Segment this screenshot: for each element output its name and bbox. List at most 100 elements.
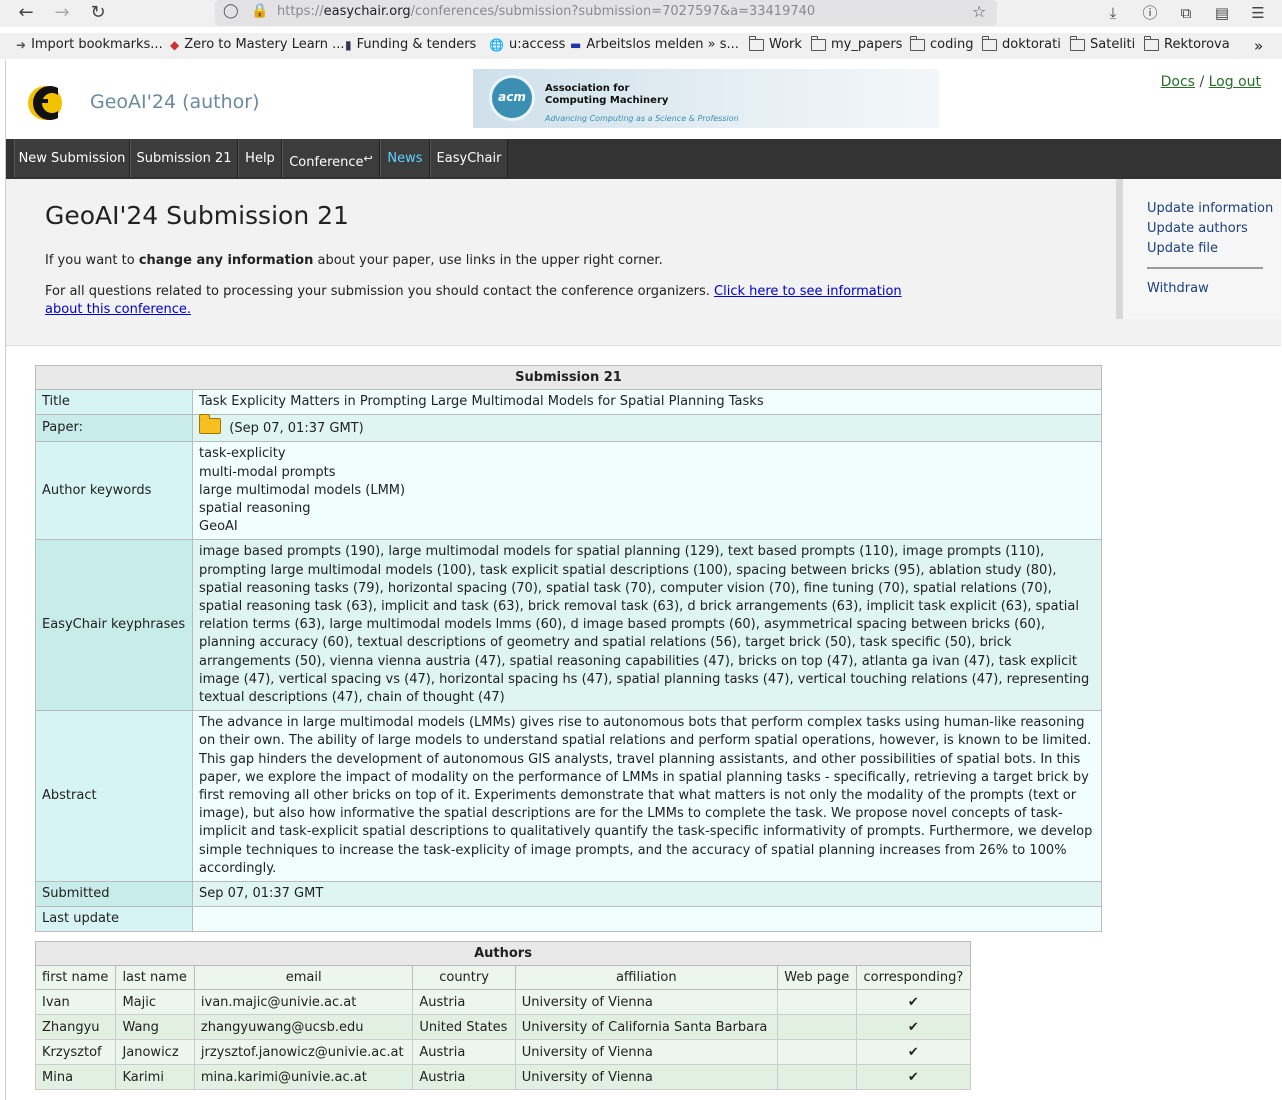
bookmarks-bar: ➜ Import bookmarks... ◆ Zero to Mastery Le…	[0, 33, 1282, 59]
keyphrases-row: EasyChair keyphrases image based prompts…	[35, 539, 1102, 712]
title-label: Title	[35, 388, 193, 416]
author-first-name: Krzysztof	[34, 1039, 117, 1065]
conference-title: GeoAI'24 (author)	[90, 91, 260, 113]
table-row: Zhangyu Wang zhangyuwang@ucsb.edu United…	[34, 1014, 972, 1040]
keyword: task-explicity	[199, 446, 286, 462]
folder-icon	[749, 35, 764, 51]
update-file-link[interactable]: Update file	[1147, 241, 1218, 256]
action-sidebar: Update information Update authors Update…	[1116, 179, 1281, 319]
author-email: zhangyuwang@ucsb.edu	[193, 1014, 414, 1040]
bookmark-label: my_papers	[831, 37, 903, 52]
menu-easychair[interactable]: EasyChair	[430, 139, 508, 177]
reload-icon[interactable]: ↻	[86, 2, 110, 24]
author-web-page	[776, 1039, 857, 1065]
browser-toolbar: ← → ↻ ◯ 🔒 https://easychair.org/conferen…	[0, 0, 1282, 27]
bookmark-item[interactable]: ▮ Funding & tenders	[345, 37, 476, 52]
authors-caption: Authors	[35, 941, 971, 966]
bookmarks-overflow-icon[interactable]: »	[1254, 37, 1263, 55]
submitted-value: Sep 07, 01:37 GMT	[192, 881, 1102, 908]
menu-new-submission[interactable]: New Submission	[14, 139, 130, 177]
info-paragraph-contact: For all questions related to processing …	[45, 283, 925, 319]
col-country: country	[412, 965, 516, 990]
corresponding-check-icon: ✔	[855, 989, 972, 1015]
author-email: mina.karimi@univie.ac.at	[193, 1064, 414, 1090]
author-last-name: Wang	[115, 1014, 195, 1040]
menu-help[interactable]: Help	[238, 139, 282, 177]
globe-icon: 🌐	[489, 37, 504, 52]
keywords-label: Author keywords	[35, 441, 193, 541]
menu-submission-21[interactable]: Submission 21	[130, 139, 238, 177]
col-affiliation: affiliation	[514, 965, 778, 990]
bookmark-item[interactable]: ◆ Zero to Mastery Learn ...	[170, 37, 345, 52]
last-update-label: Last update	[35, 906, 193, 933]
corresponding-check-icon: ✔	[855, 1014, 972, 1040]
submission-table: Submission 21 Title Task Explicity Matte…	[35, 365, 1102, 933]
keyphrases-label: EasyChair keyphrases	[35, 539, 193, 712]
acm-name-line1: Association for	[545, 83, 630, 94]
menu-icon[interactable]: ☰	[1247, 3, 1269, 23]
bookmark-item[interactable]: ➜ Import bookmarks...	[16, 37, 163, 52]
bookmark-item[interactable]: 🌐 u:access	[489, 37, 565, 52]
author-country: Austria	[412, 1039, 516, 1065]
docs-link[interactable]: Docs	[1161, 74, 1195, 90]
bookmark-item[interactable]: ▬ Arbeitslos melden » s...	[570, 37, 739, 52]
keyword: spatial reasoning	[199, 501, 311, 517]
paper-folder-icon[interactable]	[199, 414, 221, 435]
folder-icon	[982, 35, 997, 51]
bookmark-folder-work[interactable]: Work	[749, 35, 802, 52]
sidebar-divider	[1147, 267, 1263, 269]
abstract-label: Abstract	[35, 710, 193, 883]
author-affiliation: University of California Santa Barbara	[514, 1014, 778, 1040]
bookmark-folder-coding[interactable]: coding	[910, 35, 973, 52]
submitted-row: Submitted Sep 07, 01:37 GMT	[35, 881, 1102, 908]
author-last-name: Karimi	[115, 1064, 195, 1090]
reader-icon[interactable]: ▤	[1211, 3, 1233, 23]
bookmark-folder-my-papers[interactable]: my_papers	[811, 35, 903, 52]
authors-table: Authors first name last name email count…	[34, 941, 972, 1090]
bookmark-folder-sateliti[interactable]: Sateliti	[1070, 35, 1135, 52]
shield-icon[interactable]: ◯	[223, 3, 239, 19]
bookmark-label: Work	[769, 37, 802, 52]
bookmark-star-icon[interactable]: ☆	[972, 2, 986, 21]
ztm-icon: ◆	[170, 37, 180, 52]
author-web-page	[776, 1014, 857, 1040]
menu-news[interactable]: News	[380, 139, 430, 177]
corresponding-check-icon: ✔	[855, 1064, 972, 1090]
abstract-cell: The advance in large multimodal models (…	[192, 710, 1102, 883]
author-first-name: Ivan	[34, 989, 117, 1015]
author-last-name: Majic	[115, 989, 195, 1015]
acm-banner: acm Association for Computing Machinery A…	[473, 69, 939, 128]
url-bar[interactable]: ◯ 🔒 https://easychair.org/conferences/su…	[215, 0, 997, 26]
bookmark-folder-rektorova[interactable]: Rektorova	[1144, 35, 1230, 52]
extensions-icon[interactable]: ⧉	[1175, 3, 1197, 23]
download-icon[interactable]: ⤓	[1102, 3, 1124, 23]
keyword: GeoAI	[199, 519, 238, 535]
acm-name: Association for Computing Machinery	[545, 83, 668, 107]
corresponding-check-icon: ✔	[855, 1039, 972, 1065]
author-email: jrzysztof.janowicz@univie.ac.at	[193, 1039, 414, 1065]
submission-caption: Submission 21	[35, 365, 1102, 390]
logout-link[interactable]: Log out	[1209, 74, 1261, 90]
author-last-name: Janowicz	[115, 1039, 195, 1065]
update-information-link[interactable]: Update information	[1147, 201, 1273, 216]
info-icon[interactable]: ⓘ	[1139, 3, 1161, 23]
menu-conference[interactable]: Conference↩	[282, 139, 380, 177]
update-authors-link[interactable]: Update authors	[1147, 221, 1248, 236]
col-web-page: Web page	[776, 965, 857, 990]
bookmark-folder-doktorati[interactable]: doktorati	[982, 35, 1061, 52]
info-text: If you want to	[45, 253, 139, 268]
author-affiliation: University of Vienna	[514, 989, 778, 1015]
last-update-row: Last update	[35, 906, 1102, 933]
keywords-row: Author keywords task-explicity multi-mod…	[35, 441, 1102, 541]
back-icon[interactable]: ←	[14, 2, 38, 24]
lock-icon[interactable]: 🔒	[251, 3, 268, 19]
info-paragraph-change: If you want to change any information ab…	[45, 253, 663, 268]
url-text[interactable]: https://easychair.org/conferences/submis…	[277, 4, 815, 19]
last-update-value	[192, 906, 1102, 933]
acm-tagline: Advancing Computing as a Science & Profe…	[545, 114, 739, 123]
withdraw-link[interactable]: Withdraw	[1147, 281, 1209, 296]
col-first-name: first name	[34, 965, 117, 990]
col-corresponding: corresponding?	[855, 965, 972, 990]
forward-icon[interactable]: →	[50, 2, 74, 24]
bookmark-label: Arbeitslos melden » s...	[586, 37, 739, 52]
